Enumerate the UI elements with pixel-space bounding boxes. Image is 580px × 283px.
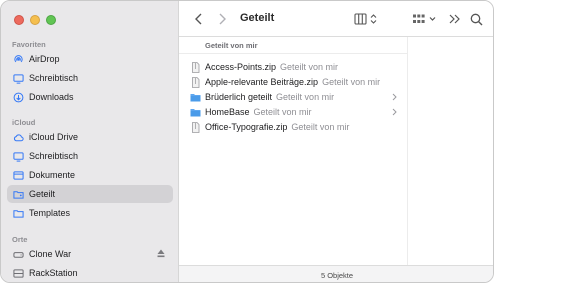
list-item[interactable]: Brüderlich geteilt Geteilt von mir — [179, 90, 407, 105]
server-icon — [13, 268, 24, 279]
view-mode-button[interactable] — [354, 12, 380, 26]
desktop-icon — [13, 151, 24, 162]
section-title-icloud: iCloud — [12, 118, 36, 127]
window-controls — [14, 15, 56, 25]
sidebar-item-label: Templates — [29, 208, 71, 218]
more-button[interactable] — [449, 12, 461, 26]
list-group-header: Geteilt von mir — [205, 41, 258, 50]
file-share-status: Geteilt von mir — [322, 77, 381, 87]
section-title-orte: Orte — [12, 235, 28, 244]
search-button[interactable] — [469, 12, 483, 26]
chevron-right-icon — [219, 13, 226, 25]
list-item[interactable]: Office-Typografie.zip Geteilt von mir — [179, 120, 407, 135]
finder-window: Favoriten AirDrop Schreibtisch Downloads… — [0, 0, 494, 283]
file-share-status: Geteilt von mir — [276, 92, 335, 102]
sidebar-item-label: Schreibtisch — [29, 73, 79, 83]
zip-file-icon — [190, 77, 201, 88]
folder-icon — [13, 208, 24, 219]
status-bar: 5 Objekte — [179, 265, 493, 282]
zip-file-icon — [190, 122, 201, 133]
sidebar-item-rackstation[interactable]: RackStation — [7, 264, 173, 282]
file-name: Access-Points.zip — [205, 62, 277, 72]
sidebar-item-label: Schreibtisch — [29, 151, 79, 161]
sidebar-item-icloud-drive[interactable]: iCloud Drive — [7, 128, 173, 146]
sidebar-item-templates[interactable]: Templates — [7, 204, 173, 222]
shared-folder-icon — [13, 189, 24, 200]
file-name: Apple-relevante Beiträge.zip — [205, 77, 319, 87]
file-list: Geteilt von mir Access-Points.zip Geteilt… — [179, 37, 407, 265]
cloud-icon — [13, 132, 24, 143]
document-icon — [13, 170, 24, 181]
section-title-favoriten: Favoriten — [12, 40, 46, 49]
close-button[interactable] — [14, 15, 24, 25]
file-name: Office-Typografie.zip — [205, 122, 288, 132]
sidebar-item-label: AirDrop — [29, 54, 60, 64]
divider — [179, 53, 407, 54]
sidebar-item-downloads[interactable]: Downloads — [7, 88, 173, 106]
column-view-icon — [354, 13, 377, 25]
sidebar-item-dokumente[interactable]: Dokumente — [7, 166, 173, 184]
sidebar-item-airdrop[interactable]: AirDrop — [7, 50, 173, 68]
sidebar-item-label: Clone War — [29, 249, 72, 259]
eject-icon[interactable] — [157, 249, 165, 258]
preview-column — [407, 37, 493, 265]
folder-icon — [190, 92, 201, 103]
list-item[interactable]: HomeBase Geteilt von mir — [179, 105, 407, 120]
file-share-status: Geteilt von mir — [291, 122, 350, 132]
folder-name: Brüderlich geteilt — [205, 92, 273, 102]
sidebar-item-geteilt[interactable]: Geteilt — [7, 185, 173, 203]
back-button[interactable] — [193, 12, 203, 26]
sidebar-item-schreibtisch[interactable]: Schreibtisch — [7, 69, 173, 87]
grid-icon — [413, 14, 436, 23]
folder-name: HomeBase — [205, 107, 250, 117]
desktop-icon — [13, 73, 24, 84]
sidebar-item-clone-war[interactable]: Clone War — [7, 245, 173, 263]
sidebar-item-label: iCloud Drive — [29, 132, 79, 142]
file-share-status: Geteilt von mir — [280, 62, 339, 72]
maximize-button[interactable] — [46, 15, 56, 25]
item-count: 5 Objekte — [320, 270, 354, 280]
window-title: Geteilt — [240, 12, 275, 24]
disk-icon — [13, 249, 24, 260]
chevron-right-icon — [392, 93, 397, 101]
sidebar-item-label: RackStation — [29, 268, 78, 278]
forward-button[interactable] — [217, 12, 227, 26]
toolbar: Geteilt — [179, 1, 493, 37]
chevron-left-icon — [194, 13, 201, 25]
sidebar-item-icloud-schreibtisch[interactable]: Schreibtisch — [7, 147, 173, 165]
download-icon — [13, 92, 24, 103]
chevron-right-icon — [392, 108, 397, 116]
search-icon — [470, 13, 482, 25]
double-chevron-right-icon — [449, 14, 460, 24]
sidebar-item-label: Dokumente — [29, 170, 76, 180]
zip-file-icon — [190, 62, 201, 73]
sidebar-item-label: Downloads — [29, 92, 74, 102]
sidebar-item-label: Geteilt — [29, 189, 56, 199]
file-share-status: Geteilt von mir — [253, 107, 312, 117]
folder-icon — [190, 107, 201, 118]
minimize-button[interactable] — [30, 15, 40, 25]
sidebar: Favoriten AirDrop Schreibtisch Downloads… — [1, 1, 179, 282]
airdrop-icon — [13, 54, 24, 65]
list-item[interactable]: Access-Points.zip Geteilt von mir — [179, 60, 407, 75]
list-item[interactable]: Apple-relevante Beiträge.zip Geteilt von … — [179, 75, 407, 90]
group-button[interactable] — [412, 12, 438, 26]
